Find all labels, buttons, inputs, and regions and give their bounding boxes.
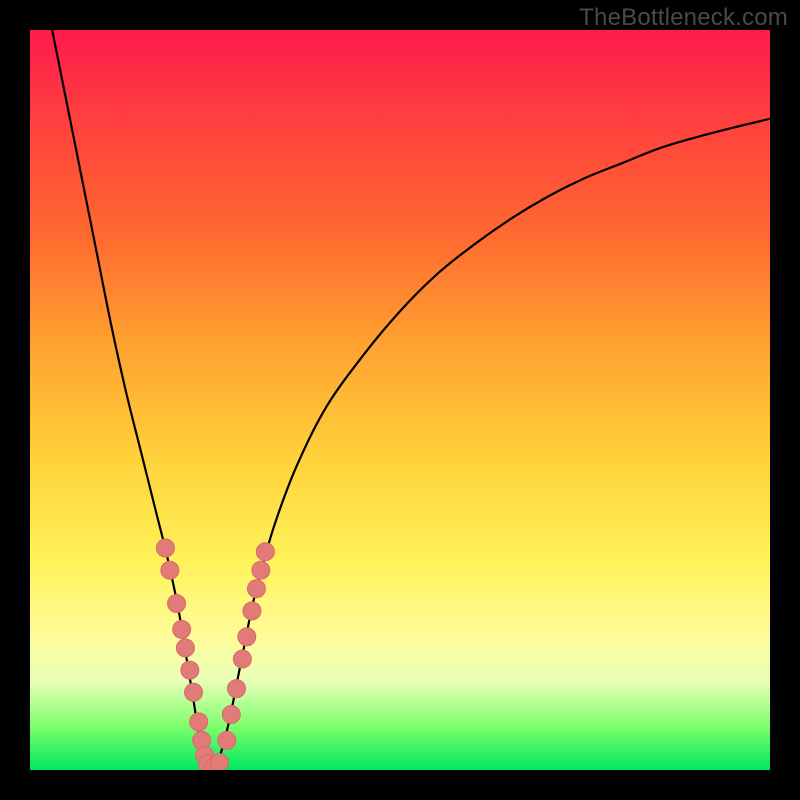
curve-marker [181, 661, 199, 679]
curve-marker [185, 683, 203, 701]
curve-marker [243, 602, 261, 620]
watermark-text: TheBottleneck.com [579, 4, 788, 32]
curve-marker [176, 639, 194, 657]
curve-marker [173, 620, 191, 638]
curve-marker [247, 580, 265, 598]
curve-marker [156, 539, 174, 557]
plot-area [30, 30, 770, 770]
curve-marker [252, 561, 270, 579]
curve-marker [218, 731, 236, 749]
bottleneck-chart [30, 30, 770, 770]
curve-marker [210, 754, 228, 770]
curve-marker [256, 543, 274, 561]
curve-marker [161, 561, 179, 579]
curve-marker [233, 650, 251, 668]
bottleneck-curve [52, 30, 770, 770]
curve-marker [227, 680, 245, 698]
curve-markers [156, 539, 274, 770]
curve-marker [238, 628, 256, 646]
curve-marker [222, 706, 240, 724]
curve-marker [190, 713, 208, 731]
curve-marker [168, 595, 186, 613]
